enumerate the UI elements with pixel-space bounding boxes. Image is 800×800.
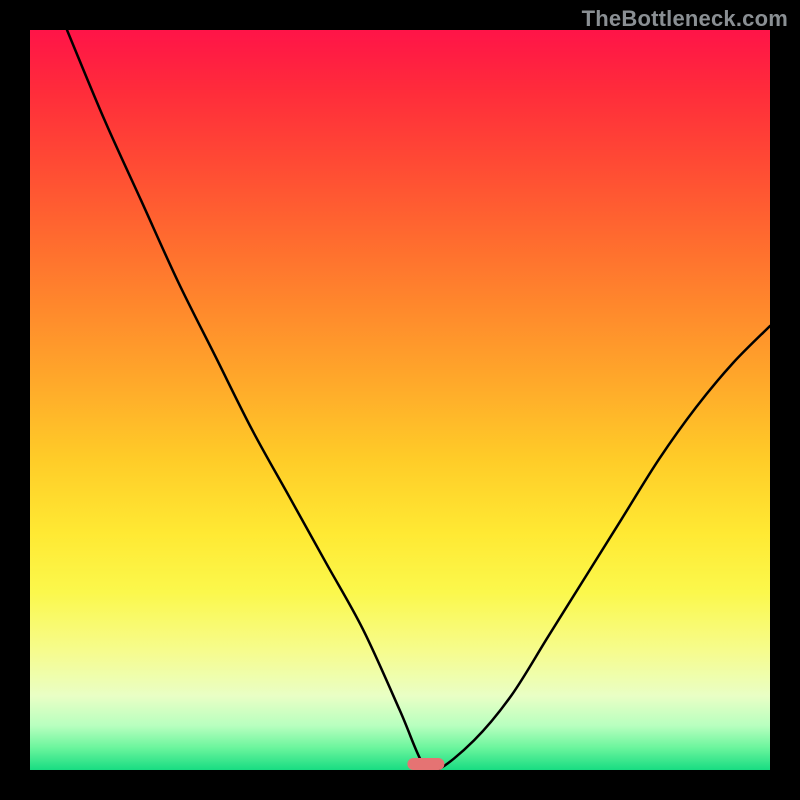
watermark-text: TheBottleneck.com [582, 6, 788, 32]
outer-frame: TheBottleneck.com [0, 0, 800, 800]
bottleneck-curve-line [67, 30, 770, 770]
optimal-marker [407, 758, 444, 770]
plot-area [30, 30, 770, 770]
chart-svg [30, 30, 770, 770]
